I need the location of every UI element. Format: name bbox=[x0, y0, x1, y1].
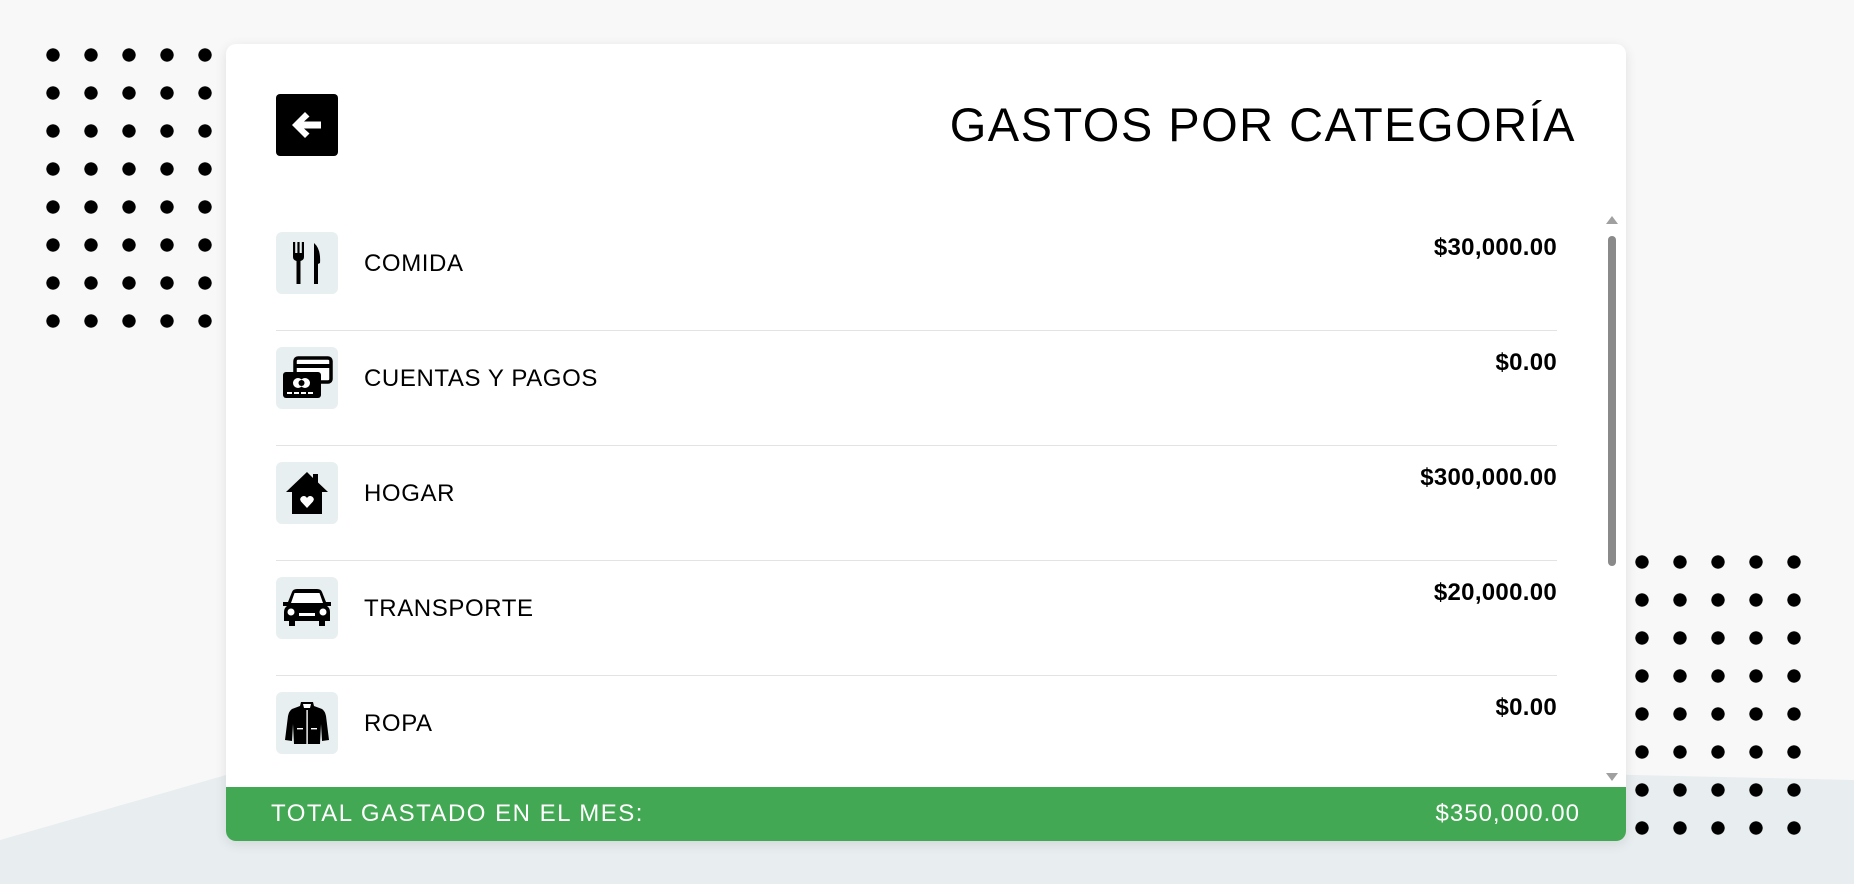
scroll-down-arrow-icon[interactable] bbox=[1606, 773, 1618, 781]
scrollbar-thumb[interactable] bbox=[1608, 236, 1616, 566]
category-icon-box bbox=[276, 577, 338, 639]
total-label: TOTAL GASTADO EN EL MES: bbox=[271, 800, 644, 827]
category-icon-box bbox=[276, 692, 338, 754]
arrow-left-icon bbox=[292, 112, 321, 138]
category-amount: $0.00 bbox=[1495, 349, 1557, 376]
total-bar: TOTAL GASTADO EN EL MES: $350,000.00 bbox=[226, 787, 1626, 841]
back-button[interactable] bbox=[276, 94, 338, 156]
category-amount: $20,000.00 bbox=[1433, 579, 1557, 606]
expenses-card: GASTOS POR CATEGORÍA COMIDA $30,000.00 C… bbox=[226, 44, 1626, 841]
category-icon-box bbox=[276, 232, 338, 294]
category-row-comida[interactable]: COMIDA $30,000.00 bbox=[276, 216, 1557, 331]
cards-icon bbox=[283, 356, 333, 398]
jacket-icon bbox=[285, 702, 329, 744]
category-icon-box bbox=[276, 462, 338, 524]
dot-pattern-right bbox=[1623, 543, 1813, 847]
category-amount: $300,000.00 bbox=[1420, 464, 1557, 491]
page-title: GASTOS POR CATEGORÍA bbox=[949, 98, 1576, 151]
category-list: COMIDA $30,000.00 CUENTAS Y PAGOS $0.00 … bbox=[276, 216, 1557, 816]
category-label: TRANSPORTE bbox=[364, 595, 534, 622]
category-label: ROPA bbox=[364, 710, 433, 737]
fork-knife-icon bbox=[293, 242, 321, 284]
car-icon bbox=[283, 589, 331, 626]
total-value: $350,000.00 bbox=[1435, 800, 1580, 827]
category-amount: $0.00 bbox=[1495, 694, 1557, 721]
category-label: CUENTAS Y PAGOS bbox=[364, 365, 598, 392]
category-label: HOGAR bbox=[364, 480, 456, 507]
category-row-transporte[interactable]: TRANSPORTE $20,000.00 bbox=[276, 561, 1557, 676]
category-label: COMIDA bbox=[364, 250, 464, 277]
house-icon bbox=[286, 472, 328, 514]
category-row-ropa[interactable]: ROPA $0.00 bbox=[276, 676, 1557, 791]
category-row-cuentas-y-pagos[interactable]: CUENTAS Y PAGOS $0.00 bbox=[276, 331, 1557, 446]
category-icon-box bbox=[276, 347, 338, 409]
list-scrollbar[interactable] bbox=[1606, 216, 1618, 781]
scroll-up-arrow-icon[interactable] bbox=[1606, 216, 1618, 224]
dot-pattern-left bbox=[34, 36, 224, 340]
category-row-hogar[interactable]: HOGAR $300,000.00 bbox=[276, 446, 1557, 561]
category-amount: $30,000.00 bbox=[1433, 234, 1557, 261]
